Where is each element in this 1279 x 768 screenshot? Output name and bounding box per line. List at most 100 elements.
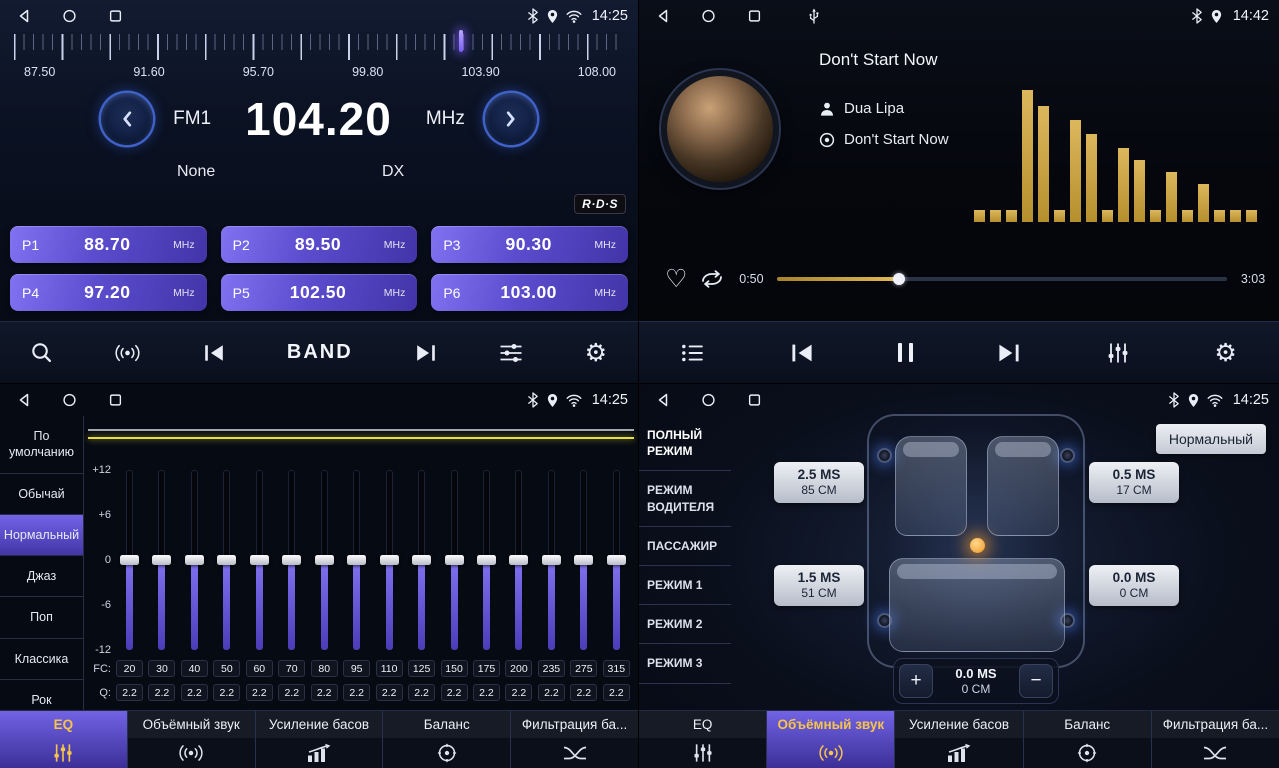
nav-home-icon[interactable] <box>701 392 716 408</box>
eq-slider-handle[interactable] <box>445 555 464 565</box>
radio-preset-p2[interactable]: P289.50MHz <box>221 226 418 263</box>
eq-slider-handle[interactable] <box>574 555 593 565</box>
stage-mode-item-2[interactable]: ПАССАЖИР <box>639 527 731 566</box>
nav-back-icon[interactable] <box>655 392 670 408</box>
eq-slider-handle[interactable] <box>412 555 431 565</box>
eq-slider-handle[interactable] <box>282 555 301 565</box>
fc-chip[interactable]: 125 <box>408 660 435 677</box>
radio-preset-p1[interactable]: P188.70MHz <box>10 226 207 263</box>
eq-slider-handle[interactable] <box>217 555 236 565</box>
audio-tab-filter[interactable]: Фильтрация ба... <box>510 711 638 768</box>
eq-band-slider-315[interactable] <box>613 470 620 650</box>
q-chip[interactable]: 2.2 <box>603 684 630 701</box>
scan-icon[interactable] <box>31 342 52 363</box>
eq-band-slider-275[interactable] <box>580 470 587 650</box>
eq-slider-handle[interactable] <box>315 555 334 565</box>
nav-home-icon[interactable] <box>62 392 77 408</box>
q-chip[interactable]: 2.2 <box>278 684 305 701</box>
repeat-icon[interactable] <box>699 270 725 288</box>
next-track-icon[interactable] <box>997 342 1021 364</box>
eq-band-slider-60[interactable] <box>256 470 263 650</box>
q-chip[interactable]: 2.2 <box>505 684 532 701</box>
audio-settings-icon[interactable] <box>499 343 523 363</box>
q-chip[interactable]: 2.2 <box>473 684 500 701</box>
speaker-front-left-icon[interactable] <box>877 448 892 463</box>
q-chip[interactable]: 2.2 <box>213 684 240 701</box>
fc-chip[interactable]: 235 <box>538 660 565 677</box>
settings-gear-icon[interactable]: ⚙ <box>1214 340 1236 365</box>
band-button[interactable]: BAND <box>287 341 353 364</box>
q-chip[interactable]: 2.2 <box>408 684 435 701</box>
stage-mode-item-4[interactable]: РЕЖИМ 2 <box>639 605 731 644</box>
eq-band-slider-70[interactable] <box>288 470 295 650</box>
eq-preset-item-2[interactable]: Нормальный <box>0 515 83 556</box>
eq-slider-handle[interactable] <box>120 555 139 565</box>
radio-preset-p4[interactable]: P497.20MHz <box>10 274 207 311</box>
radio-preset-p6[interactable]: P6103.00MHz <box>431 274 628 311</box>
eq-band-slider-20[interactable] <box>126 470 133 650</box>
audio-tab-bass[interactable]: Усиление басов <box>894 711 1022 768</box>
nav-recents-icon[interactable] <box>747 392 762 408</box>
eq-band-slider-200[interactable] <box>515 470 522 650</box>
q-chip[interactable]: 2.2 <box>181 684 208 701</box>
eq-slider-handle[interactable] <box>477 555 496 565</box>
eq-band-slider-150[interactable] <box>451 470 458 650</box>
q-chip[interactable]: 2.2 <box>343 684 370 701</box>
audio-tab-eq[interactable]: EQ <box>639 711 766 768</box>
fc-chip[interactable]: 30 <box>148 660 175 677</box>
eq-band-slider-30[interactable] <box>158 470 165 650</box>
fc-chip[interactable]: 50 <box>213 660 240 677</box>
eq-slider-handle[interactable] <box>607 555 626 565</box>
delay-decrease-button[interactable]: − <box>1019 664 1053 698</box>
nav-recents-icon[interactable] <box>108 392 123 408</box>
fc-chip[interactable]: 200 <box>505 660 532 677</box>
eq-preset-item-1[interactable]: Обычай <box>0 474 83 515</box>
tune-up-button[interactable] <box>485 93 537 145</box>
eq-slider-handle[interactable] <box>250 555 269 565</box>
q-chip[interactable]: 2.2 <box>246 684 273 701</box>
eq-preset-item-0[interactable]: По умолчанию <box>0 416 83 474</box>
nav-home-icon[interactable] <box>701 8 716 24</box>
audio-tab-surround[interactable]: Объёмный звук <box>766 711 894 768</box>
q-chip[interactable]: 2.2 <box>570 684 597 701</box>
fc-chip[interactable]: 70 <box>278 660 305 677</box>
nav-recents-icon[interactable] <box>747 8 762 24</box>
q-chip[interactable]: 2.2 <box>148 684 175 701</box>
eq-slider-handle[interactable] <box>509 555 528 565</box>
nav-back-icon[interactable] <box>16 8 31 24</box>
stage-mode-item-3[interactable]: РЕЖИМ 1 <box>639 566 731 605</box>
eq-band-slider-50[interactable] <box>223 470 230 650</box>
eq-band-slider-95[interactable] <box>353 470 360 650</box>
audio-tab-eq[interactable]: EQ <box>0 711 127 768</box>
tune-down-button[interactable] <box>101 93 153 145</box>
broadcast-icon[interactable] <box>114 344 141 362</box>
radio-preset-p5[interactable]: P5102.50MHz <box>221 274 418 311</box>
eq-band-slider-235[interactable] <box>548 470 555 650</box>
stage-preset-button[interactable]: Нормальный <box>1156 424 1266 454</box>
listening-position-dot[interactable] <box>970 538 985 553</box>
next-station-icon[interactable] <box>415 343 437 363</box>
delay-front-right[interactable]: 0.5 MS 17 CM <box>1089 462 1179 503</box>
q-chip[interactable]: 2.2 <box>376 684 403 701</box>
eq-preset-item-4[interactable]: Поп <box>0 597 83 638</box>
eq-slider-handle[interactable] <box>380 555 399 565</box>
favorite-heart-icon[interactable]: ♡ <box>665 266 687 291</box>
album-art[interactable] <box>661 70 779 188</box>
progress-knob[interactable] <box>893 273 905 285</box>
radio-preset-p3[interactable]: P390.30MHz <box>431 226 628 263</box>
fc-chip[interactable]: 315 <box>603 660 630 677</box>
fc-chip[interactable]: 150 <box>441 660 468 677</box>
eq-preset-item-5[interactable]: Классика <box>0 639 83 680</box>
eq-slider-handle[interactable] <box>347 555 366 565</box>
stage-mode-item-5[interactable]: РЕЖИМ 3 <box>639 644 731 683</box>
progress-bar[interactable] <box>777 277 1227 281</box>
equalizer-mixer-icon[interactable] <box>1106 342 1130 364</box>
nav-back-icon[interactable] <box>16 392 31 408</box>
eq-slider-handle[interactable] <box>152 555 171 565</box>
delay-increase-button[interactable]: + <box>899 664 933 698</box>
eq-preset-item-3[interactable]: Джаз <box>0 556 83 597</box>
fc-chip[interactable]: 40 <box>181 660 208 677</box>
previous-track-icon[interactable] <box>790 342 814 364</box>
nav-recents-icon[interactable] <box>108 8 123 24</box>
eq-band-slider-125[interactable] <box>418 470 425 650</box>
